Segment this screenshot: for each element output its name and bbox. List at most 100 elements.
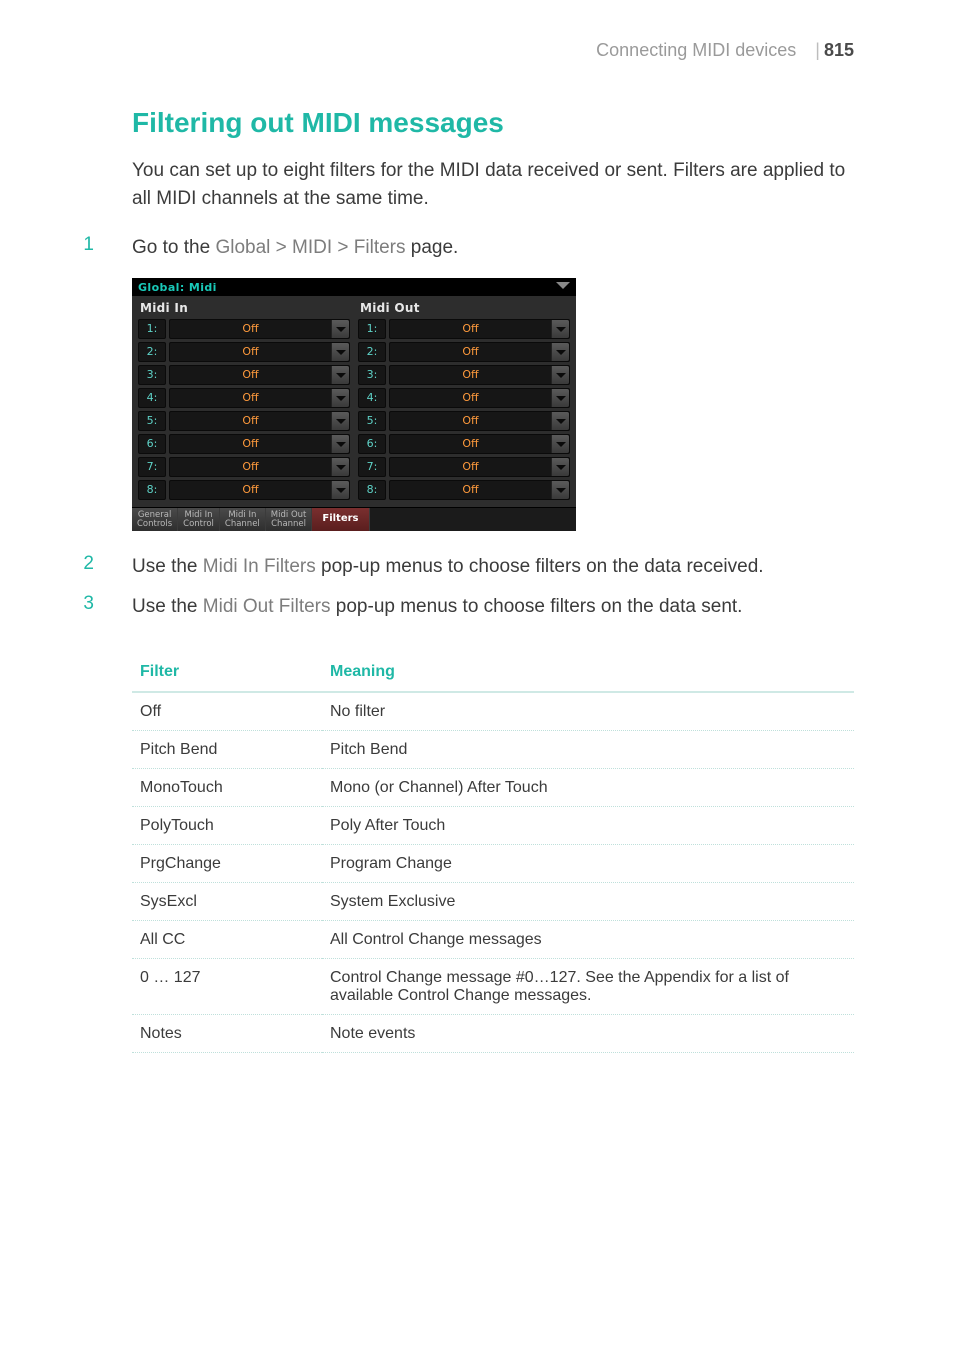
device-screenshot: Global: Midi Midi In 1: Off 2: Off xyxy=(132,278,576,532)
filter-meaning: All Control Change messages xyxy=(322,920,854,958)
filter-value: Off xyxy=(390,458,551,476)
filter-name: 0 … 127 xyxy=(132,958,322,1014)
filter-value: Off xyxy=(170,435,331,453)
midi-in-row: 1: Off xyxy=(138,319,350,339)
midi-in-row: 3: Off xyxy=(138,365,350,385)
filter-name: Notes xyxy=(132,1014,322,1052)
step-post: pop-up menus to choose filters on the da… xyxy=(331,596,743,617)
filter-name: All CC xyxy=(132,920,322,958)
step-emph: Midi In Filters xyxy=(203,556,316,577)
midi-in-filter-select[interactable]: Off xyxy=(169,434,350,454)
step-text: Go to the Global > MIDI > Filters page. xyxy=(132,234,854,262)
row-number: 4: xyxy=(358,388,386,408)
midi-in-filter-select[interactable]: Off xyxy=(169,319,350,339)
filter-value: Off xyxy=(390,412,551,430)
device-title-text: Global: Midi xyxy=(138,281,217,294)
filter-value: Off xyxy=(390,343,551,361)
step-1: 1 Go to the Global > MIDI > Filters page… xyxy=(0,230,954,270)
midi-out-filter-select[interactable]: Off xyxy=(389,388,570,408)
filter-value: Off xyxy=(170,458,331,476)
step-emph: Global > MIDI > Filters xyxy=(215,237,405,258)
filter-name: Off xyxy=(132,692,322,731)
filter-value: Off xyxy=(390,389,551,407)
midi-in-filter-select[interactable]: Off xyxy=(169,388,350,408)
midi-out-filter-select[interactable]: Off xyxy=(389,319,570,339)
filter-name: MonoTouch xyxy=(132,768,322,806)
tab-filters[interactable]: Filters xyxy=(312,508,369,532)
midi-out-column: Midi Out 1: Off 2: Off 3: xyxy=(358,299,570,503)
row-number: 5: xyxy=(138,411,166,431)
midi-in-row: 2: Off xyxy=(138,342,350,362)
midi-out-row: 8: Off xyxy=(358,480,570,500)
page-number: 815 xyxy=(824,40,854,60)
chevron-down-icon xyxy=(551,435,569,453)
table-row: MonoTouchMono (or Channel) After Touch xyxy=(132,768,854,806)
chevron-down-icon xyxy=(551,412,569,430)
filter-meaning: Program Change xyxy=(322,844,854,882)
row-number: 6: xyxy=(138,434,166,454)
midi-out-filter-select[interactable]: Off xyxy=(389,457,570,477)
section-heading: Filtering out MIDI messages xyxy=(0,101,954,153)
midi-in-filter-select[interactable]: Off xyxy=(169,365,350,385)
row-number: 1: xyxy=(358,319,386,339)
midi-in-filter-select[interactable]: Off xyxy=(169,457,350,477)
row-number: 8: xyxy=(358,480,386,500)
header-section: Connecting MIDI devices xyxy=(596,40,796,60)
filter-value: Off xyxy=(170,320,331,338)
filter-name: PolyTouch xyxy=(132,806,322,844)
midi-out-header: Midi Out xyxy=(358,299,570,319)
row-number: 1: xyxy=(138,319,166,339)
filter-value: Off xyxy=(390,481,551,499)
row-number: 7: xyxy=(138,457,166,477)
row-number: 5: xyxy=(358,411,386,431)
chevron-down-icon xyxy=(551,320,569,338)
tab-midi-out-channel[interactable]: Midi Out Channel xyxy=(266,508,313,532)
step-post: pop-up menus to choose filters on the da… xyxy=(316,556,764,577)
intro-paragraph: You can set up to eight filters for the … xyxy=(0,153,954,230)
device-tabs: General Controls Midi In Control Midi In… xyxy=(132,507,576,532)
step-pre: Use the xyxy=(132,556,203,577)
midi-out-filter-select[interactable]: Off xyxy=(389,342,570,362)
filter-value: Off xyxy=(170,412,331,430)
chevron-down-icon xyxy=(551,366,569,384)
filter-name: SysExcl xyxy=(132,882,322,920)
midi-in-row: 8: Off xyxy=(138,480,350,500)
table-header-meaning: Meaning xyxy=(322,653,854,692)
midi-out-filter-select[interactable]: Off xyxy=(389,434,570,454)
menu-dropdown-icon[interactable] xyxy=(556,282,570,289)
midi-in-filter-select[interactable]: Off xyxy=(169,342,350,362)
chevron-down-icon xyxy=(551,343,569,361)
filter-value: Off xyxy=(170,366,331,384)
midi-in-filter-select[interactable]: Off xyxy=(169,480,350,500)
filter-meaning: Poly After Touch xyxy=(322,806,854,844)
midi-out-row: 3: Off xyxy=(358,365,570,385)
filter-value: Off xyxy=(390,320,551,338)
row-number: 8: xyxy=(138,480,166,500)
chevron-down-icon xyxy=(331,320,349,338)
step-number: 2 xyxy=(0,553,132,581)
midi-out-filter-select[interactable]: Off xyxy=(389,365,570,385)
midi-in-filter-select[interactable]: Off xyxy=(169,411,350,431)
midi-out-row: 6: Off xyxy=(358,434,570,454)
chevron-down-icon xyxy=(551,481,569,499)
tab-midi-in-control[interactable]: Midi In Control xyxy=(178,508,220,532)
table-row: OffNo filter xyxy=(132,692,854,731)
chevron-down-icon xyxy=(331,458,349,476)
chevron-down-icon xyxy=(551,389,569,407)
midi-out-row: 1: Off xyxy=(358,319,570,339)
table-row: SysExclSystem Exclusive xyxy=(132,882,854,920)
row-number: 7: xyxy=(358,457,386,477)
midi-out-row: 4: Off xyxy=(358,388,570,408)
tab-general-controls[interactable]: General Controls xyxy=(132,508,178,532)
tab-midi-in-channel[interactable]: Midi In Channel xyxy=(220,508,266,532)
midi-out-filter-select[interactable]: Off xyxy=(389,411,570,431)
row-number: 3: xyxy=(138,365,166,385)
filter-meaning-table: Filter Meaning OffNo filter Pitch BendPi… xyxy=(132,653,854,1053)
chevron-down-icon xyxy=(331,412,349,430)
running-header: Connecting MIDI devices |815 xyxy=(0,40,954,101)
midi-out-filter-select[interactable]: Off xyxy=(389,480,570,500)
step-text: Use the Midi Out Filters pop-up menus to… xyxy=(132,593,854,621)
filter-meaning: Control Change message #0…127. See the A… xyxy=(322,958,854,1014)
midi-in-row: 6: Off xyxy=(138,434,350,454)
row-number: 6: xyxy=(358,434,386,454)
